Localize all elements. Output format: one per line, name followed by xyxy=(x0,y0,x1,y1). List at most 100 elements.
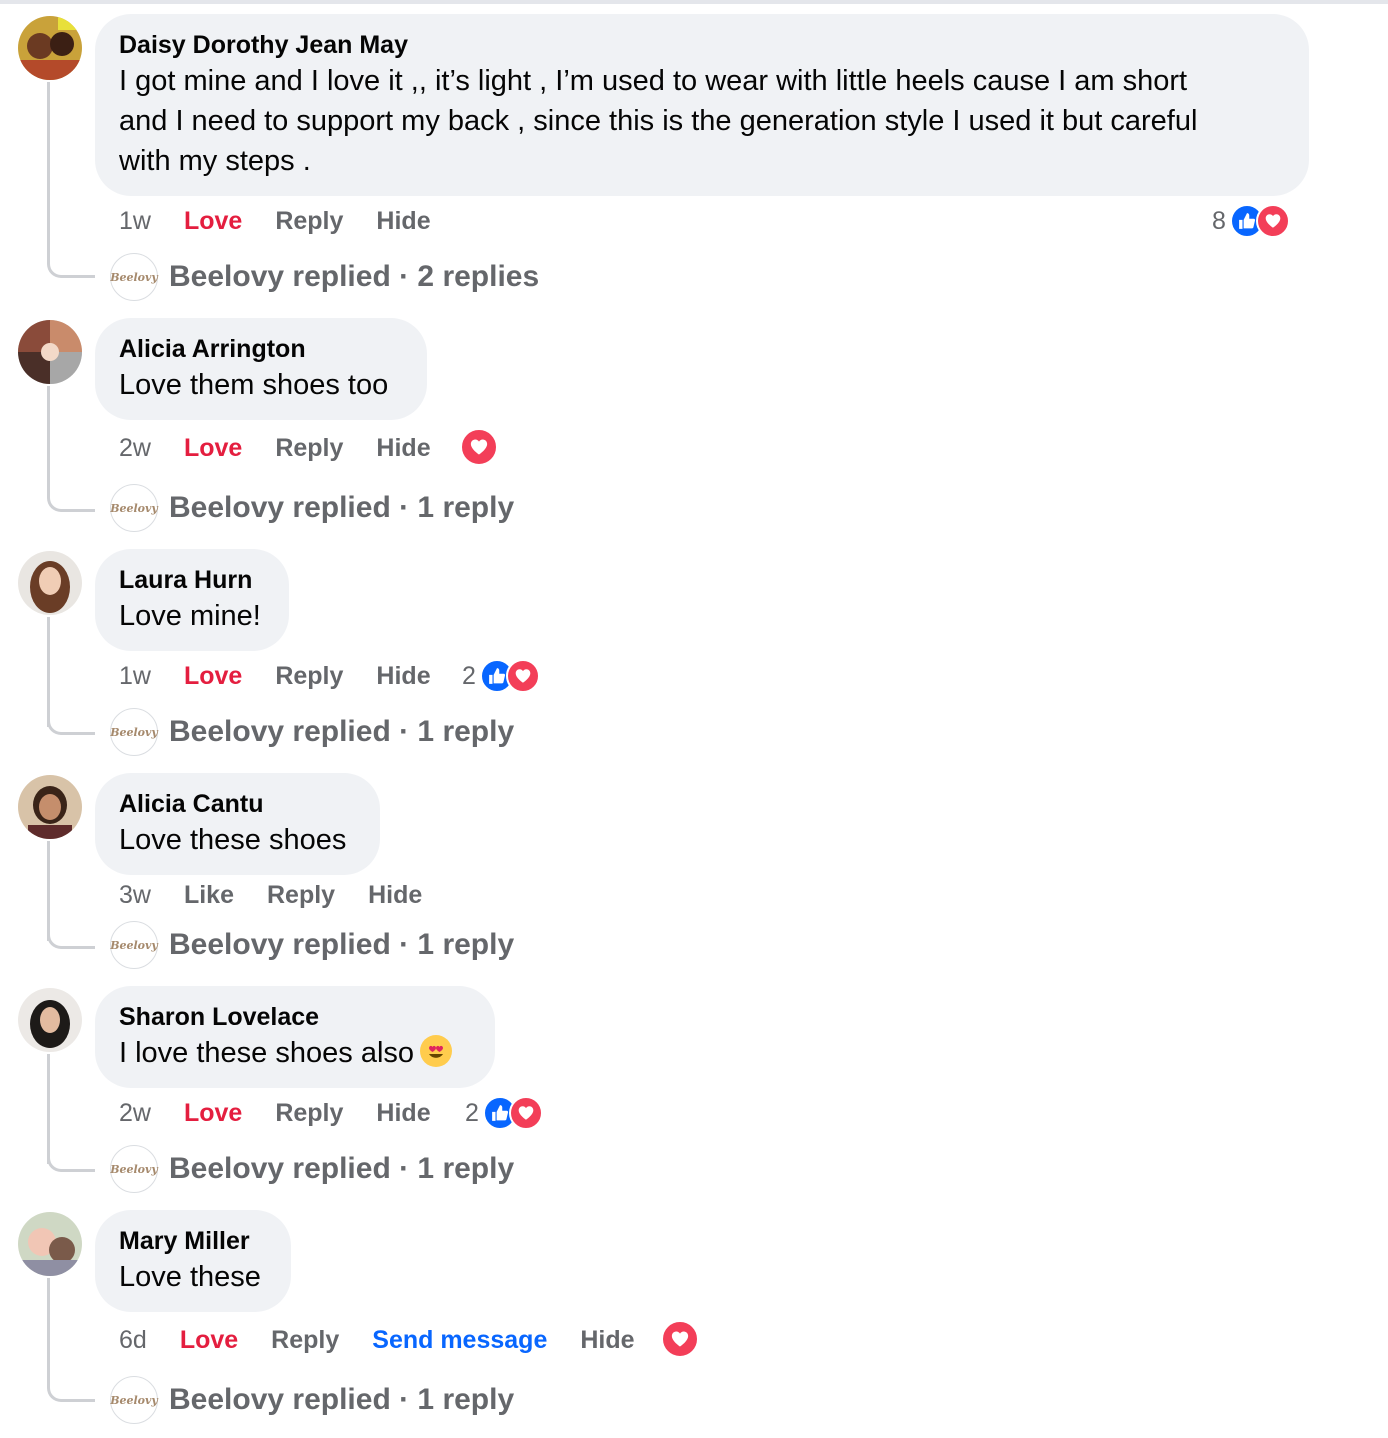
thread-connector xyxy=(47,707,95,735)
replied-text[interactable]: Beelovy replied · 1 reply xyxy=(169,1383,514,1417)
view-replies-link[interactable]: Beelovy Beelovy replied · 1 reply xyxy=(110,708,514,756)
love-button[interactable]: Love xyxy=(184,1099,242,1128)
hide-button[interactable]: Hide xyxy=(376,207,430,236)
reaction-summary[interactable] xyxy=(661,1320,699,1358)
love-button[interactable]: Love xyxy=(184,207,242,236)
replied-text[interactable]: Beelovy replied · 2 replies xyxy=(169,260,539,294)
reaction-summary[interactable]: 8 xyxy=(1212,203,1290,239)
reaction-summary[interactable]: 2 xyxy=(462,658,540,694)
hide-button[interactable]: Hide xyxy=(580,1326,634,1355)
comment-bubble: Mary Miller Love these xyxy=(95,1210,291,1312)
page-logo: Beelovy xyxy=(110,708,158,756)
view-replies-link[interactable]: Beelovy Beelovy replied · 1 reply xyxy=(110,1376,514,1424)
comment-author[interactable]: Mary Miller xyxy=(119,1225,267,1257)
love-button[interactable]: Love xyxy=(184,434,242,463)
comment-time[interactable]: 6d xyxy=(119,1326,147,1355)
thread-connector xyxy=(47,1144,95,1172)
reply-button[interactable]: Reply xyxy=(275,207,343,236)
heart-icon xyxy=(460,428,498,466)
comment-bubble: Daisy Dorothy Jean May I got mine and I … xyxy=(95,14,1309,196)
comment-time[interactable]: 2w xyxy=(119,434,151,463)
comment-author[interactable]: Alicia Arrington xyxy=(119,333,403,365)
comment-author[interactable]: Sharon Lovelace xyxy=(119,1001,471,1033)
thread-connector xyxy=(47,250,95,278)
comment-bubble: Sharon Lovelace I love these shoes also xyxy=(95,986,495,1088)
thread-connector xyxy=(47,1374,95,1402)
comment-text-line: and I need to support my back , since th… xyxy=(119,105,1198,137)
hide-button[interactable]: Hide xyxy=(376,662,430,691)
like-button[interactable]: Like xyxy=(184,881,234,910)
comment-actions: 6d Love Reply Send message Hide xyxy=(119,1322,668,1358)
view-replies-link[interactable]: Beelovy Beelovy replied · 1 reply xyxy=(110,921,514,969)
comment-time[interactable]: 1w xyxy=(119,662,151,691)
view-replies-link[interactable]: Beelovy Beelovy replied · 2 replies xyxy=(110,253,539,301)
avatar[interactable] xyxy=(18,988,82,1052)
reply-button[interactable]: Reply xyxy=(271,1326,339,1355)
comment-author[interactable]: Alicia Cantu xyxy=(119,788,356,820)
hide-button[interactable]: Hide xyxy=(368,881,422,910)
view-replies-link[interactable]: Beelovy Beelovy replied · 1 reply xyxy=(110,1145,514,1193)
reply-button[interactable]: Reply xyxy=(275,434,343,463)
thread-line xyxy=(47,386,50,496)
comment-bubble: Laura Hurn Love mine! xyxy=(95,549,289,651)
view-replies-link[interactable]: Beelovy Beelovy replied · 1 reply xyxy=(110,484,514,532)
replied-text[interactable]: Beelovy replied · 1 reply xyxy=(169,928,514,962)
reply-button[interactable]: Reply xyxy=(275,1099,343,1128)
comment-time[interactable]: 1w xyxy=(119,207,151,236)
page-logo: Beelovy xyxy=(110,1145,158,1193)
page-logo: Beelovy xyxy=(110,484,158,532)
avatar[interactable] xyxy=(18,16,82,80)
love-button[interactable]: Love xyxy=(180,1326,238,1355)
top-divider xyxy=(0,0,1388,4)
page-logo: Beelovy xyxy=(110,253,158,301)
comment-bubble: Alicia Cantu Love these shoes xyxy=(95,773,380,875)
thread-connector xyxy=(47,921,95,949)
avatar[interactable] xyxy=(18,1212,82,1276)
reply-button[interactable]: Reply xyxy=(275,662,343,691)
replied-text[interactable]: Beelovy replied · 1 reply xyxy=(169,491,514,525)
hide-button[interactable]: Hide xyxy=(376,1099,430,1128)
avatar[interactable] xyxy=(18,775,82,839)
comment-actions: 2w Love Reply Hide xyxy=(119,430,464,466)
hide-button[interactable]: Hide xyxy=(376,434,430,463)
comment-actions: 2w Love Reply Hide xyxy=(119,1095,464,1131)
thread-connector xyxy=(47,484,95,512)
comment-text: I love these shoes also xyxy=(119,1033,471,1073)
comment-text-line: Love these xyxy=(119,1261,261,1293)
comment-time[interactable]: 2w xyxy=(119,1099,151,1128)
comment-time[interactable]: 3w xyxy=(119,881,151,910)
comment-bubble: Alicia Arrington Love them shoes too xyxy=(95,318,427,420)
reaction-summary[interactable] xyxy=(460,428,498,466)
comment-actions: 3w Like Reply Hide xyxy=(119,877,455,913)
page-logo: Beelovy xyxy=(110,1376,158,1424)
replied-text[interactable]: Beelovy replied · 1 reply xyxy=(169,715,514,749)
heart-icon xyxy=(661,1320,699,1358)
send-message-button[interactable]: Send message xyxy=(372,1326,547,1355)
comment-author[interactable]: Daisy Dorothy Jean May xyxy=(119,29,1285,61)
comment-text-line: Love mine! xyxy=(119,600,261,632)
comment-text-line: with my steps . xyxy=(119,145,311,177)
avatar[interactable] xyxy=(18,551,82,615)
thread-line xyxy=(47,1278,50,1388)
replied-text[interactable]: Beelovy replied · 1 reply xyxy=(169,1152,514,1186)
reaction-count: 8 xyxy=(1212,206,1226,235)
comment-text-line: Love them shoes too xyxy=(119,369,389,401)
reaction-summary[interactable]: 2 xyxy=(465,1095,543,1131)
comment-actions: 1w Love Reply Hide xyxy=(119,203,464,239)
reaction-count: 2 xyxy=(462,661,476,690)
comment-text-line: Love these shoes xyxy=(119,824,347,856)
reaction-count: 2 xyxy=(465,1098,479,1127)
heart-icon xyxy=(505,659,540,693)
comment-text-line: I got mine and I love it ,, it’s light ,… xyxy=(119,65,1188,97)
heart-icon xyxy=(508,1096,543,1130)
comment-author[interactable]: Laura Hurn xyxy=(119,564,265,596)
thread-line xyxy=(47,82,50,262)
heart-icon xyxy=(1255,204,1290,238)
reply-button[interactable]: Reply xyxy=(267,881,335,910)
comment-text-line: I love these shoes also xyxy=(119,1037,415,1069)
love-button[interactable]: Love xyxy=(184,662,242,691)
comment-actions: 1w Love Reply Hide xyxy=(119,658,464,694)
page-logo: Beelovy xyxy=(110,921,158,969)
avatar[interactable] xyxy=(18,320,82,384)
heart-eyes-emoji xyxy=(420,1035,453,1067)
